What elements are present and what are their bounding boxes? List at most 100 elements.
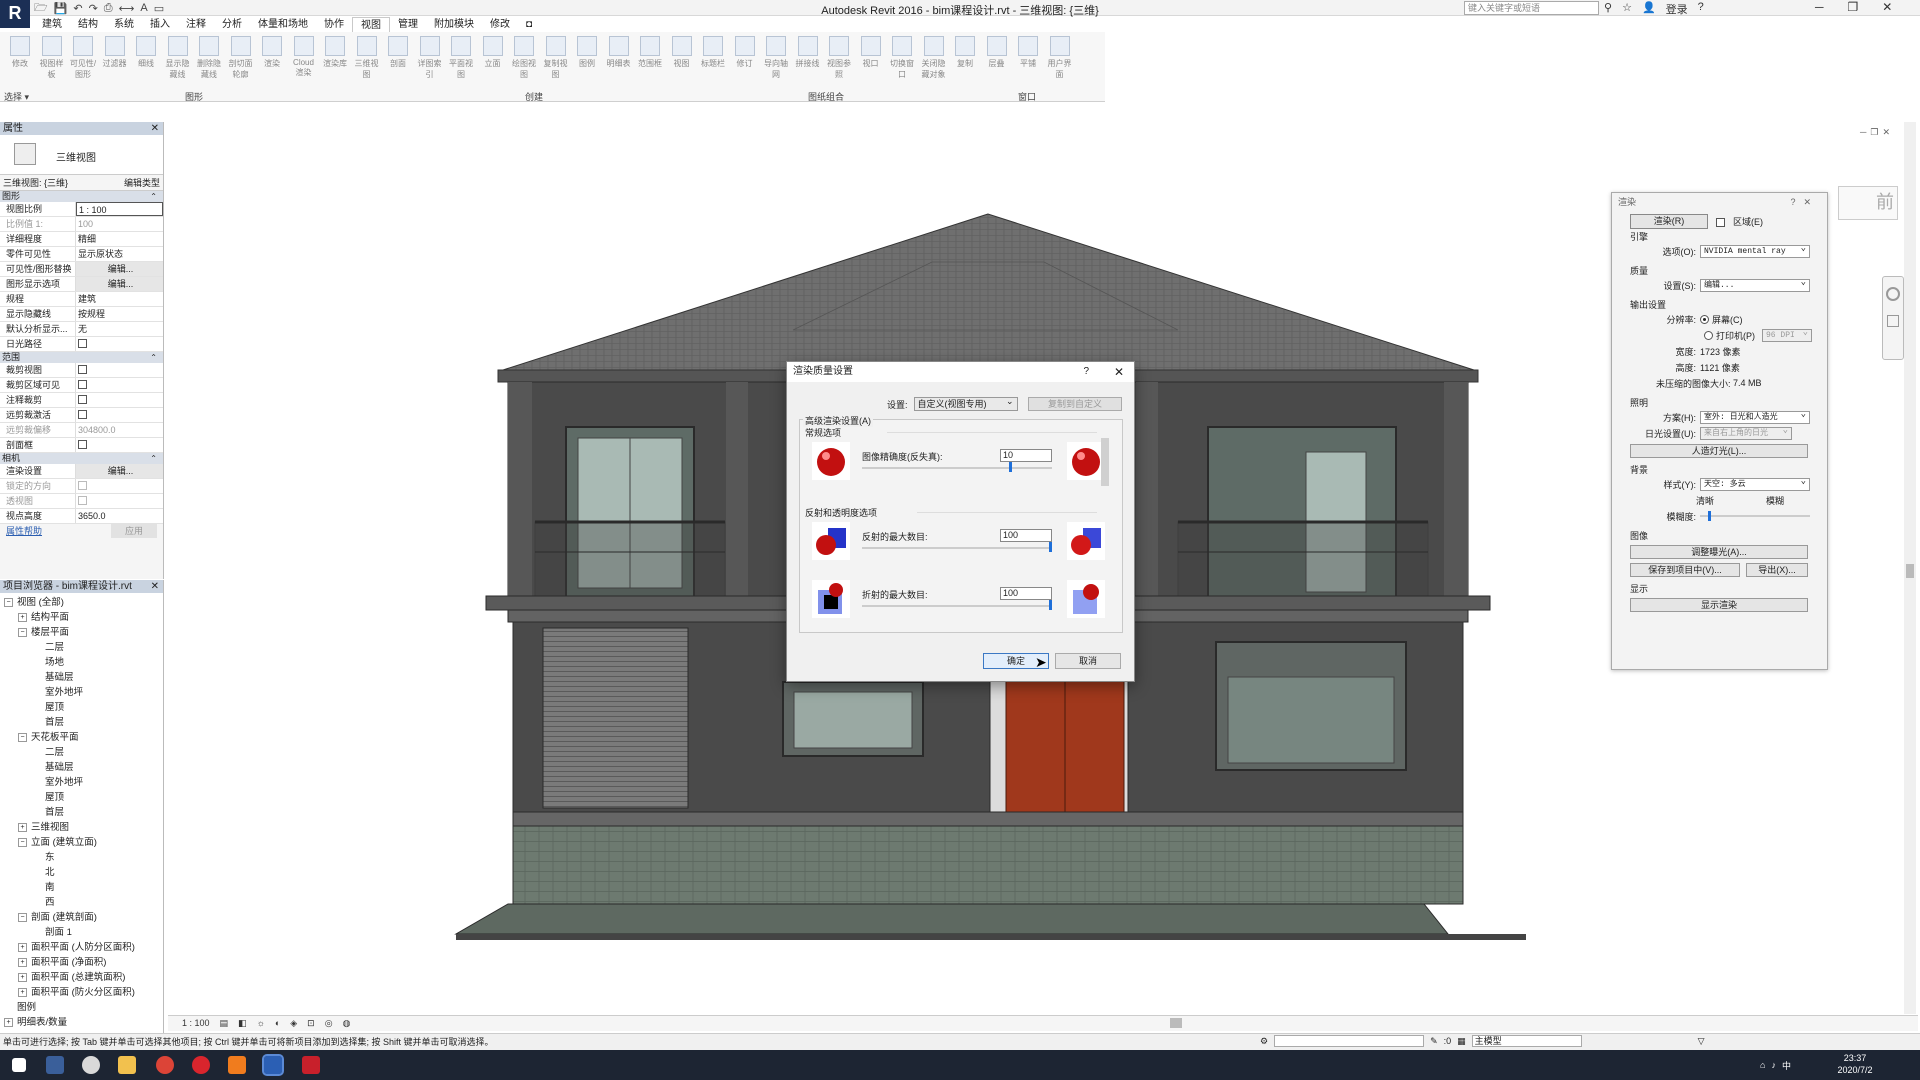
reveal-hidden-icon[interactable]: ◍ bbox=[343, 1016, 351, 1031]
expand-icon[interactable]: + bbox=[18, 987, 27, 997]
browser-item[interactable]: 室外地坪 bbox=[0, 685, 163, 700]
ribbon-button-27[interactable]: 视口 bbox=[857, 36, 885, 88]
scrollbar-thumb[interactable] bbox=[1906, 564, 1914, 578]
browser-item[interactable]: 首层 bbox=[0, 805, 163, 820]
collapse-icon[interactable]: ⌃ bbox=[150, 453, 157, 464]
ribbon-button-25[interactable]: 拼接线 bbox=[794, 36, 822, 88]
browser-item[interactable]: + 面积平面 (总建筑面积) bbox=[0, 970, 163, 985]
ribbon-button-31[interactable]: 层叠 bbox=[983, 36, 1011, 88]
ribbon-button-33[interactable]: 用户界面 bbox=[1046, 36, 1074, 88]
app-icon[interactable] bbox=[82, 1056, 100, 1074]
browser-item[interactable]: 室外地坪 bbox=[0, 775, 163, 790]
network-icon[interactable]: ⌂ bbox=[1760, 1060, 1765, 1070]
ribbon-button-17[interactable]: 复制视图 bbox=[542, 36, 570, 88]
property-checkbox[interactable] bbox=[78, 410, 87, 419]
collapse-icon[interactable]: − bbox=[18, 627, 27, 637]
quality-dropdown[interactable]: 编辑... bbox=[1700, 277, 1810, 292]
property-checkbox-cell[interactable] bbox=[76, 494, 163, 508]
zoom-icon[interactable] bbox=[1887, 315, 1899, 327]
ribbon-button-4[interactable]: 细线 bbox=[132, 36, 160, 88]
search-input[interactable]: 键入关键字或短语 bbox=[1464, 1, 1599, 15]
cancel-button[interactable]: 取消 bbox=[1055, 653, 1121, 669]
sun-path-icon[interactable]: ☼ bbox=[257, 1016, 265, 1031]
collapse-icon[interactable]: − bbox=[18, 912, 27, 922]
property-checkbox-cell[interactable] bbox=[76, 408, 163, 422]
show-rendering-icon[interactable]: ◈ bbox=[290, 1016, 297, 1031]
ribbon-button-6[interactable]: 删除隐藏线 bbox=[195, 36, 223, 88]
ribbon-button-24[interactable]: 导向轴网 bbox=[762, 36, 790, 88]
ribbon-button-13[interactable]: 详图索引 bbox=[416, 36, 444, 88]
panel-help-close[interactable]: ?✕ bbox=[1790, 193, 1819, 211]
ribbon-button-11[interactable]: 三维视图 bbox=[353, 36, 381, 88]
screen-radio[interactable] bbox=[1700, 314, 1709, 324]
max-refractions-slider-thumb[interactable] bbox=[1049, 600, 1052, 610]
engine-dropdown[interactable]: NVIDIA mental ray bbox=[1700, 243, 1810, 258]
signin-link[interactable]: 登录 bbox=[1666, 1, 1688, 17]
ribbon-tab-5[interactable]: 分析 bbox=[214, 17, 250, 32]
sun-setting-field[interactable]: 来自右上角的日光 bbox=[1700, 425, 1792, 440]
property-checkbox[interactable] bbox=[78, 380, 87, 389]
expand-icon[interactable]: + bbox=[18, 822, 27, 832]
ribbon-button-1[interactable]: 视图样板 bbox=[38, 36, 66, 88]
ribbon-button-12[interactable]: 剖面 bbox=[384, 36, 412, 88]
ribbon-button-32[interactable]: 平铺 bbox=[1014, 36, 1042, 88]
setting-dropdown[interactable]: 自定义(视图专用) bbox=[913, 395, 1018, 411]
expand-icon[interactable]: + bbox=[18, 942, 27, 952]
browser-item[interactable]: 屋顶 bbox=[0, 790, 163, 805]
collapse-icon[interactable]: − bbox=[4, 597, 13, 607]
collapse-icon[interactable]: ⌃ bbox=[150, 352, 157, 363]
browser-item[interactable]: + 面积平面 (净面积) bbox=[0, 955, 163, 970]
scheme-dropdown[interactable]: 室外: 日光和人造光 bbox=[1700, 409, 1810, 424]
horizontal-scrollbar-thumb[interactable] bbox=[1170, 1018, 1182, 1028]
viewcube[interactable]: 前 bbox=[1838, 186, 1898, 220]
ribbon-button-23[interactable]: 修订 bbox=[731, 36, 759, 88]
ribbon-button-5[interactable]: 显示隐藏线 bbox=[164, 36, 192, 88]
file-explorer-icon[interactable] bbox=[118, 1056, 136, 1074]
windows-start-icon[interactable] bbox=[12, 1058, 26, 1072]
browser-item[interactable]: 场地 bbox=[0, 655, 163, 670]
ribbon-tab-8[interactable]: 视图 bbox=[352, 17, 390, 32]
collapse-icon[interactable]: − bbox=[18, 732, 27, 742]
vertical-scrollbar[interactable] bbox=[1904, 122, 1916, 1014]
revit-taskbar-icon[interactable] bbox=[262, 1054, 284, 1076]
close-icon[interactable]: ✕ bbox=[1114, 362, 1124, 382]
close-icon[interactable]: ✕ bbox=[151, 580, 159, 593]
ribbon-button-2[interactable]: 可见性/图形 bbox=[69, 36, 97, 88]
property-value[interactable]: 1 : 100 bbox=[76, 202, 163, 216]
ribbon-button-16[interactable]: 绘图视图 bbox=[510, 36, 538, 88]
image-precision-input[interactable]: 10 bbox=[1000, 449, 1052, 462]
ribbon-tab-3[interactable]: 插入 bbox=[142, 17, 178, 32]
property-value[interactable]: 100 bbox=[76, 217, 163, 231]
browser-item[interactable]: − 天花板平面 bbox=[0, 730, 163, 745]
browser-item[interactable]: + 三维视图 bbox=[0, 820, 163, 835]
dpi-dropdown[interactable]: 96 DPI bbox=[1762, 327, 1812, 342]
visual-style-icon[interactable]: ◧ bbox=[238, 1016, 247, 1031]
max-refractions-slider[interactable] bbox=[862, 605, 1052, 607]
property-section[interactable]: 范围 ⌃ bbox=[0, 352, 163, 363]
view-window-controls[interactable]: ─❐✕ bbox=[1860, 127, 1894, 138]
max-reflections-slider[interactable] bbox=[862, 547, 1052, 549]
property-value[interactable]: 按规程 bbox=[76, 307, 163, 321]
browser-item[interactable]: 剖面 1 bbox=[0, 925, 163, 940]
browser-item[interactable]: + 面积平面 (人防分区面积) bbox=[0, 940, 163, 955]
property-checkbox-cell[interactable] bbox=[76, 378, 163, 392]
copy-to-custom-button[interactable]: 复制到自定义 bbox=[1028, 397, 1122, 411]
properties-help-link[interactable]: 属性帮助 bbox=[6, 524, 42, 538]
user-icon[interactable]: 👤 bbox=[1642, 1, 1656, 17]
browser-item[interactable]: 基础层 bbox=[0, 670, 163, 685]
property-checkbox[interactable] bbox=[78, 440, 87, 449]
ribbon-button-10[interactable]: 渲染库 bbox=[321, 36, 349, 88]
browser-item[interactable]: + 结构平面 bbox=[0, 610, 163, 625]
apply-button[interactable]: 应用 bbox=[111, 524, 157, 538]
property-checkbox[interactable] bbox=[78, 395, 87, 404]
browser-item[interactable]: 二层 bbox=[0, 745, 163, 760]
ribbon-button-9[interactable]: Cloud 渲染 bbox=[290, 36, 318, 88]
expand-icon[interactable]: + bbox=[4, 1017, 13, 1027]
ribbon-button-0[interactable]: 修改 bbox=[6, 36, 34, 88]
editable-icon[interactable]: ✎ bbox=[1430, 1036, 1438, 1047]
close-icon[interactable]: ✕ bbox=[151, 122, 159, 135]
property-section[interactable]: 图形 ⌃ bbox=[0, 191, 163, 202]
binoculars-icon[interactable]: ⚲ bbox=[1604, 1, 1612, 17]
workset-field[interactable] bbox=[1274, 1035, 1425, 1047]
expand-icon[interactable]: + bbox=[18, 972, 27, 982]
